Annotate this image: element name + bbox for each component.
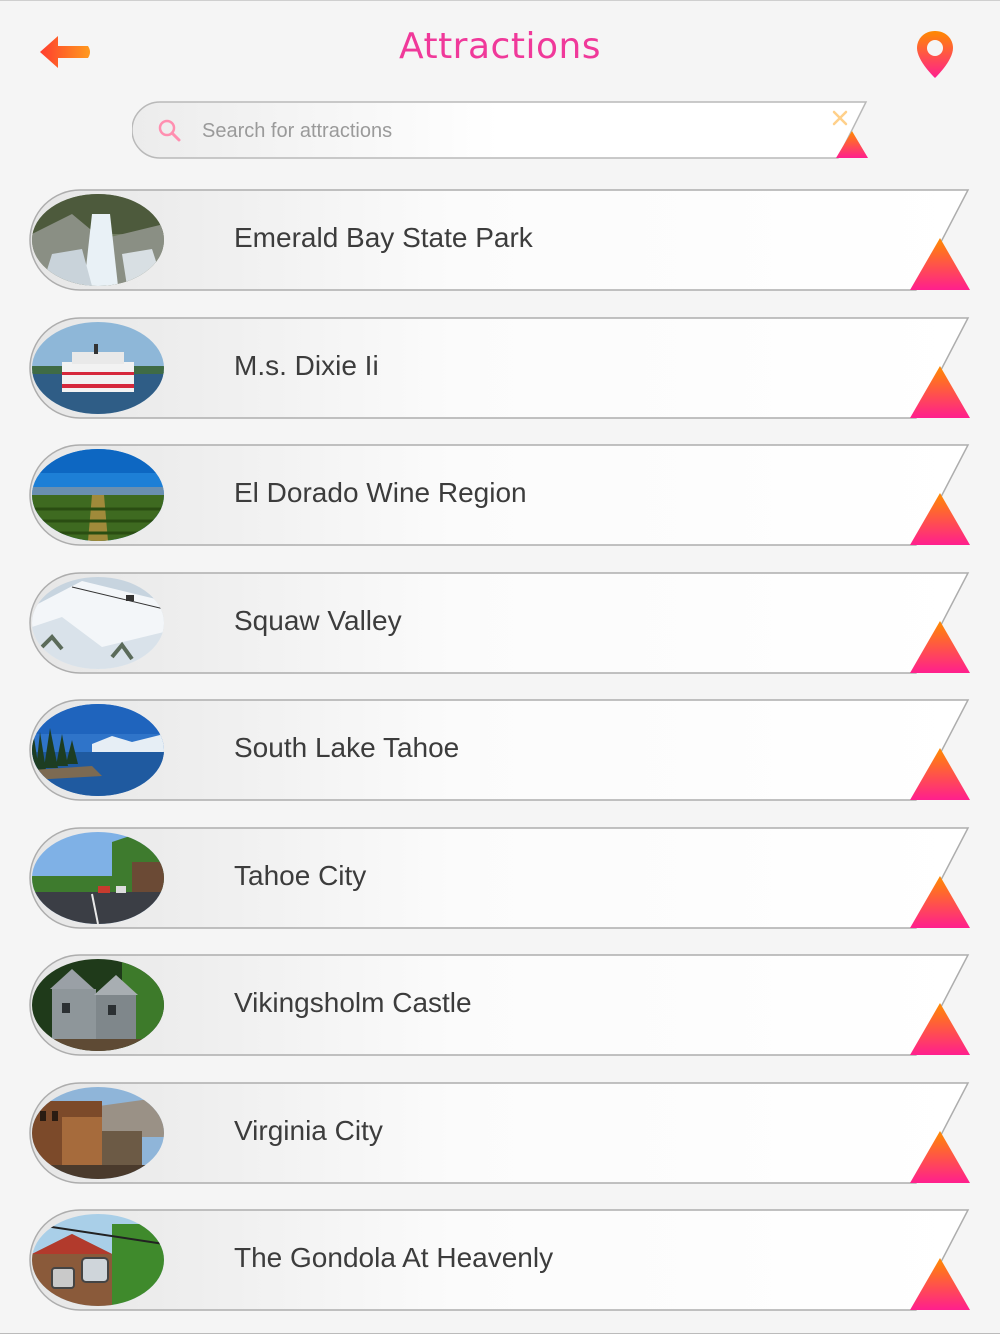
- map-pin-icon: [917, 31, 953, 78]
- attraction-thumbnail: [32, 449, 164, 541]
- attraction-thumbnail: [32, 1214, 164, 1306]
- list-item[interactable]: M.s. Dixie Ii: [28, 316, 972, 420]
- search-icon: [158, 119, 181, 142]
- list-item[interactable]: Emerald Bay State Park: [28, 188, 972, 292]
- list-item[interactable]: South Lake Tahoe: [28, 698, 972, 802]
- list-item[interactable]: Vikingsholm Castle: [28, 953, 972, 1057]
- list-item[interactable]: Squaw Valley: [28, 571, 972, 675]
- attraction-thumbnail: [32, 831, 164, 924]
- list-item-background: [29, 699, 970, 801]
- search-input[interactable]: [200, 113, 804, 149]
- attraction-thumbnail: [32, 321, 164, 414]
- attraction-name: The Gondola At Heavenly: [234, 1242, 554, 1273]
- attraction-name: Vikingsholm Castle: [234, 987, 472, 1018]
- list-item-background: [29, 826, 970, 929]
- attraction-thumbnail: [32, 704, 164, 796]
- attraction-name: El Dorado Wine Region: [234, 477, 527, 508]
- attraction-name: Squaw Valley: [234, 604, 402, 636]
- list-item[interactable]: El Dorado Wine Region: [28, 443, 972, 547]
- attraction-name: Emerald Bay State Park: [234, 222, 533, 253]
- list-item[interactable]: The Gondola At Heavenly: [28, 1208, 972, 1312]
- attraction-thumbnail: [32, 194, 164, 286]
- header: Attractions: [0, 0, 1000, 100]
- list-item[interactable]: Virginia City: [28, 1081, 972, 1185]
- attraction-thumbnail: [32, 1086, 164, 1179]
- page-title: Attractions: [398, 26, 602, 67]
- list-item-background: [29, 1081, 970, 1184]
- map-button[interactable]: [912, 28, 958, 82]
- attraction-name: Tahoe City: [234, 859, 367, 891]
- list-item[interactable]: Tahoe City: [28, 826, 972, 930]
- search-bar[interactable]: [132, 101, 868, 159]
- list-item-background: [29, 316, 970, 419]
- attraction-name: M.s. Dixie Ii: [234, 349, 379, 381]
- clear-icon[interactable]: [830, 108, 850, 128]
- attraction-name: Virginia City: [234, 1114, 383, 1146]
- attraction-thumbnail: [32, 959, 164, 1051]
- attraction-thumbnail: [32, 576, 164, 669]
- list-item-background: [29, 571, 970, 674]
- attraction-name: South Lake Tahoe: [234, 732, 460, 763]
- list-item-background: [29, 954, 970, 1056]
